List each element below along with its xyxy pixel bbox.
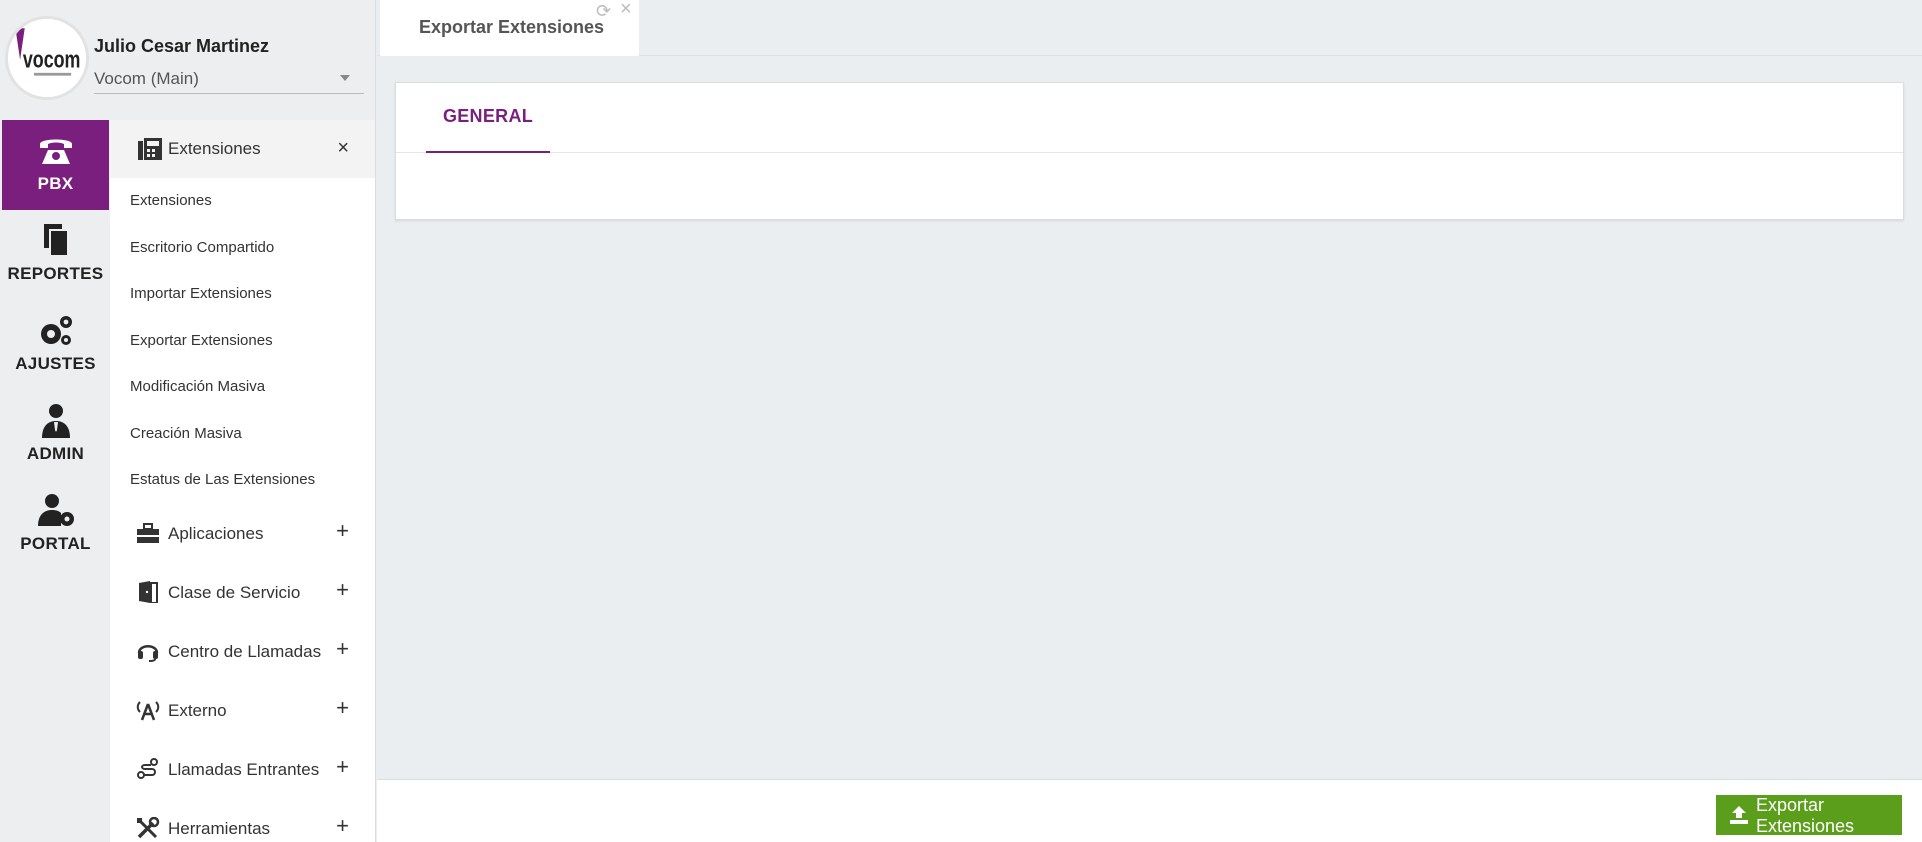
submenu-panel: Extensiones × Extensiones Escritorio Com… [110,120,376,842]
submenu-link-exportar-extensiones[interactable]: Exportar Extensiones [110,318,375,365]
submenu-group-llamadas-entrantes[interactable]: Llamadas Entrantes + [110,740,375,799]
footer-bar: Exportar Extensiones [377,779,1922,842]
gears-icon [40,316,72,345]
plus-icon[interactable]: + [336,577,349,603]
upload-icon [1730,806,1748,824]
user-cog-icon [37,494,74,526]
submenu-link-importar-extensiones[interactable]: Importar Extensiones [110,271,375,318]
plus-icon[interactable]: + [336,695,349,721]
rail-item-portal[interactable]: PORTAL [2,480,109,570]
submenu-group-label: Externo [168,700,227,720]
plus-icon[interactable]: + [336,813,349,839]
plus-icon[interactable]: + [336,518,349,544]
content-card: GENERAL [395,82,1904,220]
submenu-group-aplicaciones[interactable]: Aplicaciones + [110,504,375,563]
user-tie-icon [41,404,70,438]
chevron-down-icon [340,75,350,81]
export-button-label: Exportar Extensiones [1756,795,1855,836]
broadcast-icon [136,700,160,720]
tab-exportar-extensiones[interactable]: Exportar Extensiones ⟳ × [380,0,639,56]
tools-icon [137,816,160,838]
close-icon[interactable]: × [337,137,349,160]
rail-item-ajustes[interactable]: AJUSTES [2,300,109,390]
submenu-header[interactable]: Extensiones × [110,120,375,178]
plus-icon[interactable]: + [336,636,349,662]
rail-item-label: ADMIN [26,444,85,463]
submenu-link-creacion-masiva[interactable]: Creación Masiva [110,411,375,458]
submenu-group-label: Llamadas Entrantes [168,759,320,779]
rail-item-pbx[interactable]: PBX [2,120,109,210]
submenu-group-label: Aplicaciones [168,523,264,543]
rail-item-label: PORTAL [20,534,91,553]
tenant-select-value: Vocom (Main) [94,69,199,88]
submenu-group-herramientas[interactable]: Herramientas + [110,799,375,842]
submenu-group-clase-servicio[interactable]: Clase de Servicio + [110,563,375,622]
tab-general[interactable]: GENERAL [426,83,550,153]
svg-text:vocom: vocom [23,46,81,73]
headset-icon [137,644,159,662]
submenu-group-centro-llamadas[interactable]: Centro de Llamadas + [110,622,375,681]
rail-item-label: PBX [37,174,74,193]
refresh-icon[interactable]: ⟳ [596,1,611,22]
toolbox-icon [137,522,159,543]
export-extensions-button[interactable]: Exportar Extensiones [1716,795,1902,836]
rail-item-admin[interactable]: ADMIN [2,390,109,480]
submenu-link-escritorio-compartido[interactable]: Escritorio Compartido [110,225,375,272]
submenu-group-label: Centro de Llamadas [168,641,322,661]
fax-icon [138,138,162,160]
user-header: vocom Julio Cesar Martinez Vocom (Main) [0,0,376,120]
submenu-group-label: Herramientas [168,818,271,838]
submenu-group-externo[interactable]: Externo + [110,681,375,740]
submenu-link-extensiones[interactable]: Extensiones [110,178,375,225]
main-nav-rail: PBX REPORTES AJUSTES ADMIN PORTAL [0,120,110,842]
rail-item-reportes[interactable]: REPORTES [2,210,109,300]
tab-bar: Exportar Extensiones ⟳ × [377,0,1922,56]
tenant-select[interactable]: Vocom (Main) [94,66,364,94]
phone-icon [39,139,72,164]
company-logo: vocom [5,16,89,100]
user-name: Julio Cesar Martinez [94,36,270,56]
documents-icon [43,224,69,257]
submenu-link-modificacion-masiva[interactable]: Modificación Masiva [110,364,375,411]
rail-item-label: REPORTES [7,264,104,283]
rail-item-label: AJUSTES [15,354,96,373]
submenu-header-label: Extensiones [168,139,261,158]
route-icon [137,757,158,779]
close-icon[interactable]: × [620,0,632,21]
card-tab-strip: GENERAL [396,83,1903,153]
submenu-link-estatus-extensiones[interactable]: Estatus de Las Extensiones [110,457,375,504]
submenu-group-label: Clase de Servicio [168,582,301,602]
tab-label: Exportar Extensiones [419,17,605,37]
plus-icon[interactable]: + [336,754,349,780]
door-icon [139,580,158,603]
